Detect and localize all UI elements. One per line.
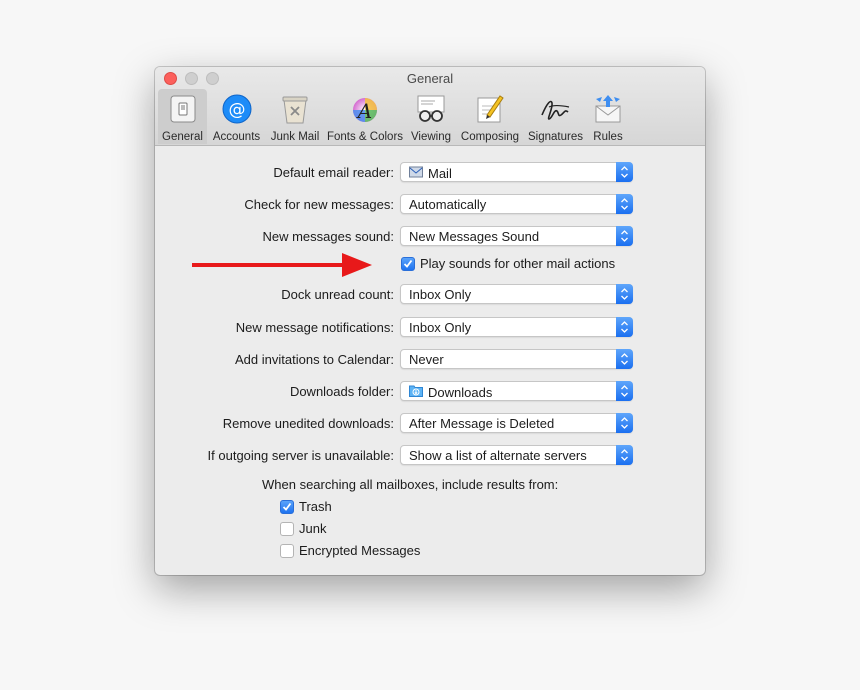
dock-unread-count-popup[interactable]: Inbox Only	[400, 284, 633, 304]
check-new-messages-value: Automatically	[409, 197, 487, 212]
chevron-updown-icon	[616, 349, 633, 369]
default-email-reader-value: Mail	[428, 166, 452, 181]
chevron-updown-icon	[616, 445, 633, 465]
dock-unread-count-label: Dock unread count:	[281, 287, 394, 302]
outgoing-server-label: If outgoing server is unavailable:	[207, 448, 394, 463]
new-message-notifications-value: Inbox Only	[409, 320, 472, 335]
titlebar: General General @ Accounts Junk Mail A F…	[155, 67, 705, 146]
tab-label: Viewing	[410, 131, 452, 143]
color-wheel-icon: A	[348, 92, 382, 126]
red-arrow-annotation	[192, 253, 372, 277]
dock-unread-count-value: Inbox Only	[409, 287, 472, 302]
tab-composing[interactable]: Composing	[456, 89, 524, 144]
tab-label: Fonts & Colors	[326, 131, 404, 143]
svg-text:A: A	[356, 99, 372, 123]
tab-general[interactable]: General	[158, 89, 207, 144]
preferences-window: General General @ Accounts Junk Mail A F…	[155, 67, 705, 575]
chevron-updown-icon	[616, 226, 633, 246]
add-invitations-popup[interactable]: Never	[400, 349, 633, 369]
search-mailboxes-heading: When searching all mailboxes, include re…	[262, 477, 559, 492]
remove-unedited-downloads-popup[interactable]: After Message is Deleted	[400, 413, 633, 433]
new-messages-sound-label: New messages sound:	[262, 229, 394, 244]
downloads-folder-icon	[409, 384, 423, 400]
tab-label: Rules	[593, 131, 623, 143]
search-encrypted-label: Encrypted Messages	[299, 543, 421, 558]
tab-label: Accounts	[212, 131, 261, 143]
tab-junk-mail[interactable]: Junk Mail	[266, 89, 324, 144]
glasses-icon	[414, 92, 448, 126]
trash-bin-icon	[278, 92, 312, 126]
search-encrypted-checkbox[interactable]	[280, 543, 294, 558]
tab-fonts-colors[interactable]: A Fonts & Colors	[324, 89, 406, 144]
chevron-updown-icon	[616, 317, 633, 337]
check-new-messages-row: Check for new messages: Automatically	[155, 194, 705, 216]
outgoing-server-popup[interactable]: Show a list of alternate servers	[400, 445, 633, 465]
chevron-updown-icon	[616, 284, 633, 304]
dock-unread-count-row: Dock unread count: Inbox Only	[155, 284, 705, 306]
chevron-updown-icon	[616, 194, 633, 214]
search-encrypted-row[interactable]: Encrypted Messages	[280, 543, 420, 558]
chevron-updown-icon	[616, 162, 633, 182]
downloads-folder-popup[interactable]: Downloads	[400, 381, 633, 401]
search-junk-row[interactable]: Junk	[280, 521, 326, 536]
preferences-toolbar: General @ Accounts Junk Mail A Fonts & C…	[158, 89, 629, 144]
new-message-notifications-row: New message notifications: Inbox Only	[155, 317, 705, 339]
tab-label: Composing	[460, 131, 520, 143]
search-trash-label: Trash	[299, 499, 332, 514]
new-message-notifications-popup[interactable]: Inbox Only	[400, 317, 633, 337]
at-sign-icon: @	[220, 92, 254, 126]
window-title: General	[406, 71, 454, 86]
default-email-reader-popup[interactable]: Mail	[400, 162, 633, 182]
tab-accounts[interactable]: @ Accounts	[207, 89, 266, 144]
general-settings-pane: Default email reader: Mail Check for new…	[155, 146, 705, 575]
chevron-updown-icon	[616, 381, 633, 401]
play-sounds-label: Play sounds for other mail actions	[420, 256, 616, 271]
general-switch-icon	[166, 92, 200, 126]
tab-signatures[interactable]: Signatures	[524, 89, 587, 144]
tab-viewing[interactable]: Viewing	[406, 89, 456, 144]
signature-icon	[539, 92, 573, 126]
search-trash-row[interactable]: Trash	[280, 499, 332, 514]
tab-rules[interactable]: Rules	[587, 89, 629, 144]
new-messages-sound-row: New messages sound: New Messages Sound	[155, 226, 705, 248]
downloads-folder-row: Downloads folder: Downloads	[155, 381, 705, 403]
downloads-folder-label: Downloads folder:	[289, 384, 394, 399]
add-invitations-value: Never	[409, 352, 444, 367]
play-sounds-checkbox[interactable]	[401, 256, 415, 271]
outgoing-server-row: If outgoing server is unavailable: Show …	[155, 445, 705, 467]
check-new-messages-popup[interactable]: Automatically	[400, 194, 633, 214]
new-message-notifications-label: New message notifications:	[235, 320, 394, 335]
chevron-updown-icon	[616, 413, 633, 433]
play-sounds-checkbox-row[interactable]: Play sounds for other mail actions	[401, 256, 615, 271]
remove-unedited-downloads-label: Remove unedited downloads:	[222, 416, 394, 431]
default-email-reader-row: Default email reader: Mail	[155, 162, 705, 184]
check-new-messages-label: Check for new messages:	[244, 197, 394, 212]
pencil-paper-icon	[473, 92, 507, 126]
new-messages-sound-value: New Messages Sound	[409, 229, 540, 244]
add-invitations-row: Add invitations to Calendar: Never	[155, 349, 705, 371]
search-junk-checkbox[interactable]	[280, 521, 294, 536]
remove-unedited-downloads-row: Remove unedited downloads: After Message…	[155, 413, 705, 435]
svg-text:@: @	[228, 100, 245, 120]
tab-label: Junk Mail	[270, 131, 320, 143]
outgoing-server-value: Show a list of alternate servers	[409, 448, 587, 463]
search-trash-checkbox[interactable]	[280, 499, 294, 514]
remove-unedited-downloads-value: After Message is Deleted	[409, 416, 555, 431]
new-messages-sound-popup[interactable]: New Messages Sound	[400, 226, 633, 246]
envelope-arrows-icon	[591, 92, 625, 126]
default-email-reader-label: Default email reader:	[273, 165, 394, 180]
mail-app-icon	[409, 165, 423, 182]
downloads-folder-value: Downloads	[428, 384, 493, 400]
add-invitations-label: Add invitations to Calendar:	[235, 352, 394, 367]
tab-label: General	[162, 131, 203, 143]
tab-label: Signatures	[528, 131, 583, 143]
search-junk-label: Junk	[299, 521, 327, 536]
